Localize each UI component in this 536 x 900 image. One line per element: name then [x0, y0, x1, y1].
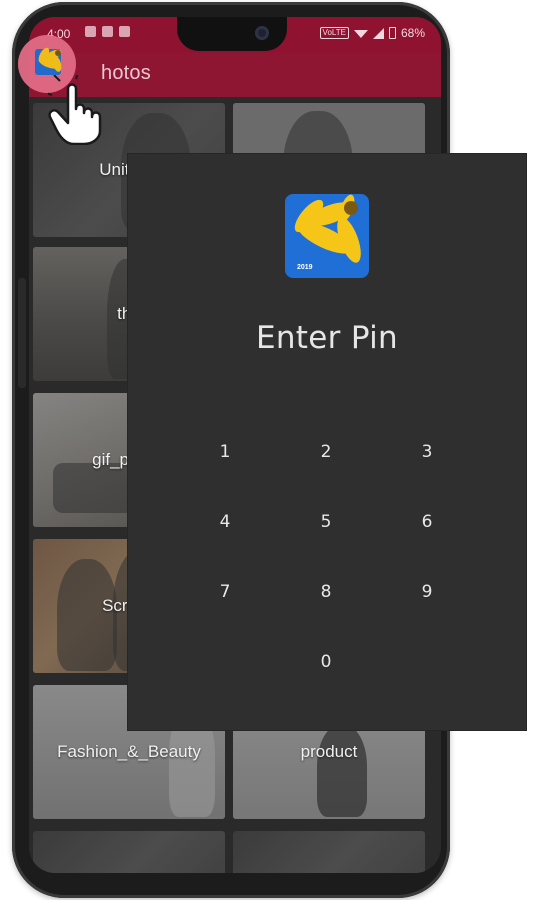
signal-icon — [372, 27, 384, 39]
camera-notch — [177, 17, 287, 51]
volte-badge: VoLTE — [319, 27, 349, 39]
album-label: product — [300, 742, 358, 761]
pin-key-4[interactable]: 4 — [195, 500, 255, 544]
pin-dialog: 2019 Enter Pin 1 2 3 4 5 6 7 8 9 0 — [128, 154, 526, 730]
pin-key-9[interactable]: 9 — [397, 570, 457, 614]
pin-key-5[interactable]: 5 — [296, 500, 356, 544]
album-tile[interactable] — [33, 831, 225, 873]
pin-key-1[interactable]: 1 — [195, 430, 255, 474]
pin-title: Enter Pin — [255, 320, 399, 356]
pin-key-6[interactable]: 6 — [397, 500, 457, 544]
album-tile[interactable] — [233, 831, 425, 873]
pin-key-3[interactable]: 3 — [397, 430, 457, 474]
pin-key-2[interactable]: 2 — [296, 430, 356, 474]
pin-key-0[interactable]: 0 — [296, 640, 356, 684]
sync-icon — [102, 26, 113, 37]
battery-icon — [388, 27, 396, 39]
pin-key-7[interactable]: 7 — [195, 570, 255, 614]
album-label: Fashion_&_Beauty — [57, 742, 201, 761]
system-icons: VoLTE 68% — [319, 26, 425, 40]
sunflower-app-icon: 2019 — [285, 194, 369, 278]
hourglass-icon — [85, 26, 96, 37]
notification-icons — [85, 26, 130, 37]
pin-key-8[interactable]: 8 — [296, 570, 356, 614]
battery-percent: 68% — [400, 26, 425, 40]
logo-year: 2019 — [297, 264, 313, 271]
hand-pointer-icon — [48, 75, 102, 145]
image-icon — [119, 26, 130, 37]
phone-side-button — [18, 278, 26, 388]
wifi-icon — [353, 30, 368, 38]
